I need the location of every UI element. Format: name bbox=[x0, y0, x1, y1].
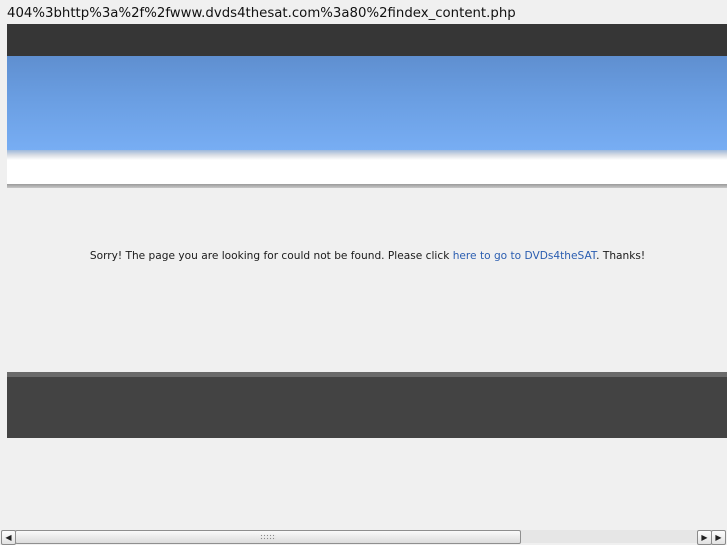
arrow-left-icon: ◀ bbox=[5, 533, 12, 542]
scroll-left-button[interactable]: ◀ bbox=[1, 530, 16, 545]
grip-icon bbox=[260, 534, 276, 540]
header-bar bbox=[7, 24, 727, 56]
arrow-right-icon: ▶ bbox=[715, 533, 722, 542]
header-banner bbox=[7, 56, 727, 152]
home-link[interactable]: here to go to DVDs4theSAT bbox=[453, 250, 596, 262]
error-url-text: 404%3bhttp%3a%2f%2fwww.dvds4thesat.com%3… bbox=[7, 6, 516, 21]
not-found-message: Sorry! The page you are looking for coul… bbox=[0, 249, 727, 263]
scroll-right-button[interactable]: ▶ bbox=[697, 530, 712, 545]
scroll-right-button-2[interactable]: ▶ bbox=[711, 530, 726, 545]
banner-fade bbox=[7, 150, 727, 160]
arrow-right-icon: ▶ bbox=[701, 533, 708, 542]
scrollbar-thumb[interactable] bbox=[15, 530, 521, 544]
message-text-before: Sorry! The page you are looking for coul… bbox=[89, 250, 453, 262]
message-text-after: . Thanks! bbox=[596, 250, 646, 262]
browser-page: 404%3bhttp%3a%2f%2fwww.dvds4thesat.com%3… bbox=[0, 0, 727, 545]
horizontal-scrollbar[interactable]: ◀ ▶ ▶ bbox=[0, 529, 727, 545]
nav-strip-shadow bbox=[7, 184, 727, 188]
footer-bar bbox=[7, 377, 727, 438]
nav-strip bbox=[7, 160, 727, 184]
